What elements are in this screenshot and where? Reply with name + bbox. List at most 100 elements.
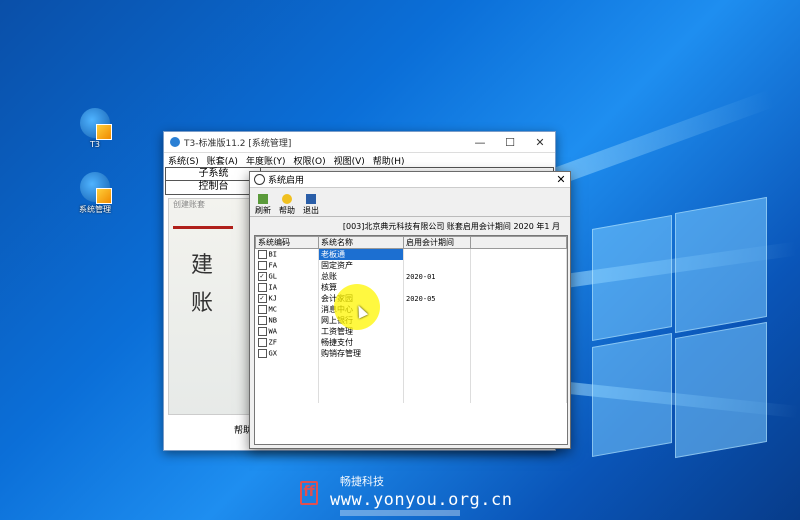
banner-red-bar [173, 226, 233, 229]
table-row[interactable]: ZF 畅捷支付 [255, 337, 567, 348]
brand-logo-icon: ff [300, 481, 318, 505]
system-code: ZF [268, 338, 277, 347]
enable-checkbox[interactable] [257, 338, 267, 347]
window-title: T3-标准版11.2 [系统管理] [184, 138, 292, 149]
exit-button[interactable]: 退出 [300, 194, 322, 216]
table-row[interactable]: NB 网上银行 [255, 315, 567, 326]
empty-cell [470, 271, 567, 282]
menu-view[interactable]: 视图(V) [334, 154, 365, 167]
empty-cell [470, 326, 567, 337]
dialog-toolbar: 刷新 帮助 退出 [250, 188, 570, 217]
menu-annual-account[interactable]: 年度账(Y) [246, 154, 286, 167]
table-row[interactable]: ✓KJ会计家园2020-05 [255, 293, 567, 304]
menu-help[interactable]: 帮助(H) [373, 154, 405, 167]
table-row[interactable]: ✓ GL 总账 2020-01 [255, 271, 567, 282]
empty-cell [470, 304, 567, 315]
empty-cell [470, 293, 567, 304]
system-code-cell[interactable]: ✓ GL [255, 271, 319, 282]
empty-cell [470, 315, 567, 326]
start-period [403, 248, 471, 260]
start-period [403, 304, 471, 315]
enable-checkbox[interactable] [257, 250, 267, 259]
system-name: 固定资产 [318, 260, 404, 271]
main-titlebar[interactable]: T3-标准版11.2 [系统管理] — ☐ ✕ [164, 132, 555, 153]
system-code: MC [268, 305, 277, 314]
system-code-cell[interactable]: FA [255, 260, 319, 271]
menu-account-set[interactable]: 账套(A) [207, 154, 238, 167]
t3-app-icon [80, 108, 112, 140]
enable-checkbox[interactable] [257, 283, 267, 292]
system-code-cell[interactable]: MC [255, 304, 319, 315]
watermark-brand: 畅捷科技 [340, 475, 384, 488]
table-row[interactable]: MC消息中心 [255, 304, 567, 315]
system-code-cell[interactable]: BI [255, 248, 319, 260]
empty-row [255, 392, 567, 403]
dialog-close-button[interactable]: ✕ [552, 173, 570, 186]
refresh-button[interactable]: 刷新 [252, 194, 274, 216]
start-period [403, 315, 471, 326]
system-code-cell[interactable]: NB [255, 315, 319, 326]
system-code: BI [268, 250, 277, 259]
start-period [403, 260, 471, 271]
table-row[interactable]: IA 核算 [255, 282, 567, 293]
watermark-url: www.yonyou.org.cn [330, 490, 513, 510]
maximize-button[interactable]: ☐ [495, 136, 525, 149]
system-code: GX [268, 349, 277, 358]
exit-icon [306, 194, 316, 204]
col-system-name[interactable]: 系统名称 [318, 236, 404, 249]
empty-row [255, 381, 567, 392]
system-code: NB [268, 316, 277, 325]
system-enable-dialog: 系统启用 ✕ 刷新 帮助 退出 [003]北京典元科技有限公司 账套启用会计期间… [249, 171, 571, 449]
system-code: FA [268, 261, 277, 270]
table-row[interactable]: GX 购销存管理 [255, 348, 567, 359]
menu-system[interactable]: 系统(S) [168, 154, 199, 167]
system-code-cell[interactable]: WA [255, 326, 319, 337]
banner-caption: 创建账套 [173, 200, 205, 209]
start-period [403, 326, 471, 337]
enable-checkbox[interactable] [257, 261, 267, 270]
enable-checkbox[interactable] [257, 349, 267, 358]
enable-checkbox[interactable]: ✓ [257, 272, 267, 281]
help-bulb-icon [282, 194, 292, 204]
system-code: KJ [268, 294, 277, 303]
dialog-title: 系统启用 [268, 176, 305, 186]
enable-checkbox[interactable] [257, 327, 267, 336]
refresh-label: 刷新 [255, 206, 271, 215]
empty-cell [470, 260, 567, 271]
col-system-code[interactable]: 系统编码 [255, 236, 319, 249]
menu-permission[interactable]: 权限(O) [293, 154, 325, 167]
enable-checkbox[interactable]: ✓ [257, 294, 267, 303]
enable-checkbox[interactable] [257, 316, 267, 325]
help-tool-button[interactable]: 帮助 [276, 194, 298, 216]
dialog-titlebar[interactable]: 系统启用 ✕ [250, 172, 570, 188]
help-label: 帮助 [279, 206, 295, 215]
system-admin-icon [80, 172, 112, 204]
system-name: 总账 [318, 271, 404, 282]
table-row[interactable]: WA 工资管理 [255, 326, 567, 337]
table-row[interactable]: FA 固定资产 [255, 260, 567, 271]
system-name: 老板通 [318, 248, 404, 260]
empty-cell [470, 282, 567, 293]
system-code-cell[interactable]: ✓ KJ [255, 293, 319, 304]
start-period [403, 348, 471, 359]
start-period: 2020-05 [403, 293, 471, 304]
system-code-cell[interactable]: IA [255, 282, 319, 293]
system-code: GL [268, 272, 277, 281]
desktop-icon-label: T3 [90, 140, 100, 149]
system-code-cell[interactable]: ZF [255, 337, 319, 348]
system-code-cell[interactable]: GX [255, 348, 319, 359]
col-start-period[interactable]: 启用会计期间 [403, 236, 471, 249]
desktop-icon-t3[interactable]: T3 [70, 108, 120, 149]
desktop-icon-system-admin[interactable]: 系统管理 [70, 172, 120, 215]
enable-checkbox[interactable] [257, 305, 267, 314]
minimize-button[interactable]: — [465, 136, 495, 149]
exit-label: 退出 [303, 206, 319, 215]
desktop-icon-label: 系统管理 [79, 205, 111, 214]
empty-cell [470, 337, 567, 348]
banner-char-account: 账 [191, 291, 214, 316]
close-button[interactable]: ✕ [525, 136, 555, 149]
table-row[interactable]: BI 老板通 [255, 248, 567, 260]
banner-char-build: 建 [191, 253, 214, 278]
tab-console[interactable]: 控制台 [165, 180, 262, 195]
system-name: 畅捷支付 [318, 337, 404, 348]
